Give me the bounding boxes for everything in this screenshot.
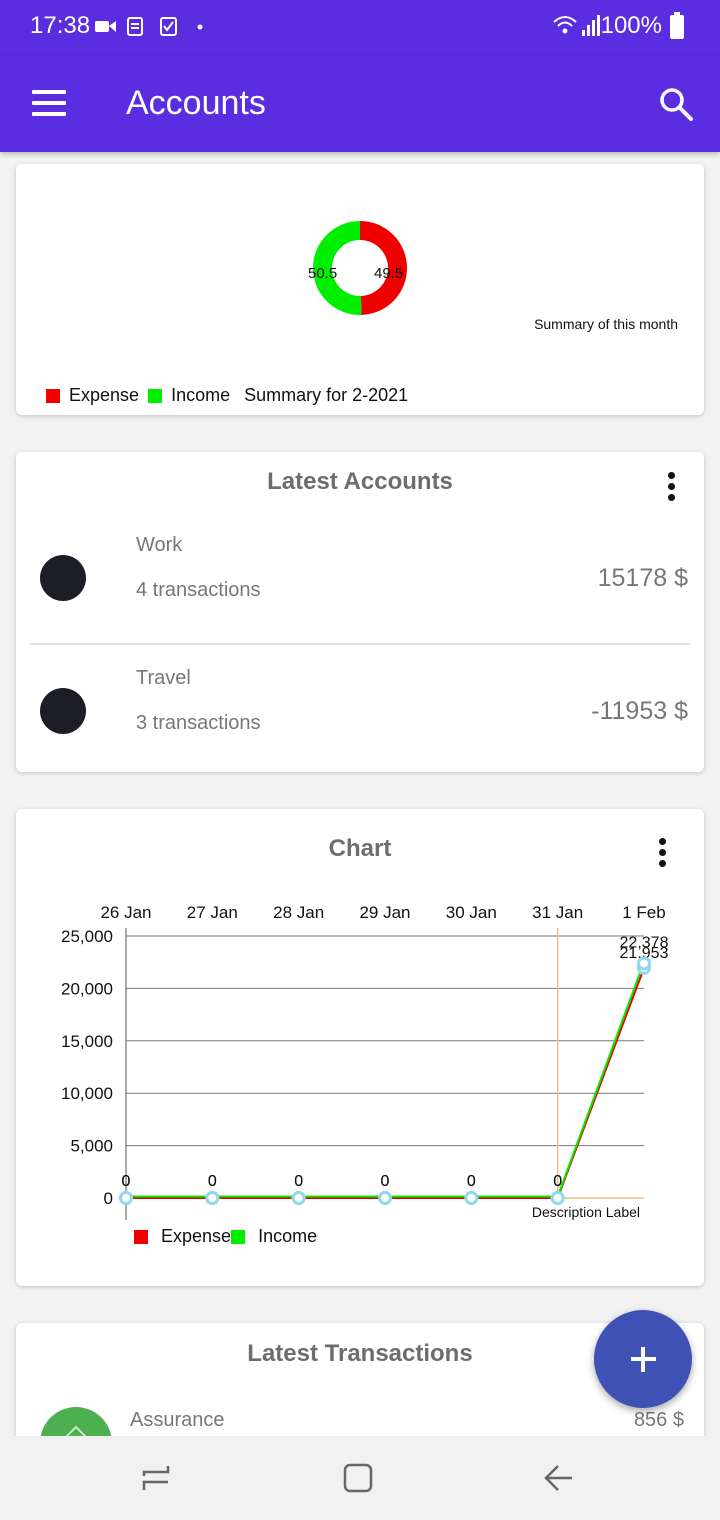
chart-card: Chart 0 5,000 10,000 15,000 20,000 25,000 26 J…: [16, 809, 704, 1286]
battery-icon: [670, 12, 684, 39]
chart-legend-expense: Expense: [134, 1226, 231, 1247]
add-fab-button[interactable]: [594, 1310, 692, 1408]
plus-icon-vertical: [641, 1347, 645, 1372]
donut-expense-label: 49.5: [374, 265, 404, 282]
legend-income: Income: [148, 385, 230, 406]
chart-legend-income-label: Income: [258, 1226, 318, 1246]
y-tick-label: 20,000: [61, 979, 113, 998]
chart-legend: Expense Income: [134, 1226, 317, 1247]
y-tick-label: 10,000: [61, 1084, 113, 1103]
x-tick-label: 1 Feb: [622, 903, 665, 922]
account-name: Work: [136, 534, 183, 556]
page-title: Accounts: [126, 84, 266, 122]
x-tick-label: 28 Jan: [273, 903, 324, 922]
chart-legend-expense-label: Expense: [161, 1226, 232, 1246]
summary-legend: Expense Income Summary for 2-2021: [46, 385, 417, 406]
hamburger-menu-icon[interactable]: [32, 90, 66, 116]
account-amount: -11953 $: [591, 697, 688, 725]
status-time: 17:38: [30, 12, 91, 39]
notification-icons: [95, 17, 203, 36]
account-row-travel[interactable]: Travel 3 transactions -11953 $: [16, 643, 704, 775]
latest-accounts-title: Latest Accounts: [267, 468, 453, 495]
y-tick-label: 0: [104, 1189, 113, 1208]
data-label-income: 0: [467, 1173, 476, 1190]
search-icon[interactable]: [658, 86, 694, 122]
data-point-income: [637, 956, 651, 971]
expense-swatch: [46, 388, 60, 403]
x-tick-label: 27 Jan: [187, 903, 238, 922]
data-label-income: 0: [553, 1173, 562, 1190]
status-bar: 17:38 100%: [0, 0, 720, 56]
system-nav-bar: [0, 1436, 720, 1520]
data-label-income: 0: [122, 1173, 131, 1190]
line-chart: 0 5,000 10,000 15,000 20,000 25,000 26 Jan 27 J…: [61, 903, 669, 1220]
y-tick-label: 15,000: [61, 1032, 113, 1051]
account-amount: 15178 $: [597, 564, 688, 592]
data-label-income: 0: [294, 1173, 303, 1190]
income-swatch: [231, 1229, 246, 1244]
data-point-income: [205, 1191, 220, 1205]
x-tick-label: 26 Jan: [100, 903, 151, 922]
app-bar: Accounts: [0, 56, 720, 152]
account-row-work[interactable]: Work 4 transactions 15178 $: [16, 510, 704, 642]
y-tick-label: 25,000: [61, 927, 113, 946]
data-label-income: 0: [208, 1173, 217, 1190]
chart-legend-income: Income: [231, 1226, 317, 1247]
wifi-signal-icon: [553, 15, 600, 36]
latest-accounts-card: Latest Accounts Work 4 transactions 1517…: [16, 452, 704, 772]
legend-expense: Expense: [46, 385, 139, 406]
home-icon[interactable]: [342, 1462, 374, 1494]
data-point-income: [291, 1191, 306, 1205]
summary-description: Summary of this month: [534, 316, 678, 332]
account-color-dot: [40, 688, 86, 734]
more-options-icon[interactable]: [666, 472, 676, 502]
summary-card: 50.5 49.5 Summary of this month Expense …: [16, 164, 704, 415]
chart-description-label: Description Label: [532, 1204, 640, 1220]
legend-expense-label: Expense: [69, 385, 140, 405]
legend-income-label: Income: [171, 385, 231, 405]
battery-percentage: 100%: [600, 12, 662, 39]
account-transactions: 3 transactions: [136, 712, 261, 734]
account-name: Travel: [136, 667, 191, 689]
data-point-income: [378, 1191, 392, 1205]
legend-period: Summary for 2-2021: [244, 385, 409, 405]
data-point-income: [119, 1191, 133, 1205]
data-label-income: 22,378: [620, 934, 669, 951]
data-label-income: 0: [381, 1173, 390, 1190]
donut-income-label: 50.5: [308, 265, 338, 282]
expense-swatch: [134, 1229, 148, 1244]
y-tick-label: 5,000: [70, 1137, 113, 1156]
series-line-income: [126, 961, 645, 1198]
summary-donut-chart: 50.5 49.5: [308, 220, 408, 316]
data-point-income: [550, 1191, 565, 1205]
income-swatch: [148, 388, 163, 403]
back-icon[interactable]: [542, 1462, 574, 1494]
x-tick-label: 30 Jan: [446, 903, 497, 922]
x-tick-label: 29 Jan: [359, 903, 410, 922]
series-line-expense: [126, 967, 645, 1199]
transaction-amount: 856 $: [633, 1409, 684, 1431]
recents-icon[interactable]: [140, 1462, 172, 1494]
data-point-income: [464, 1191, 479, 1205]
account-color-dot: [40, 555, 86, 601]
x-tick-label: 31 Jan: [532, 903, 583, 922]
account-transactions: 4 transactions: [136, 579, 261, 601]
transaction-name: Assurance: [130, 1409, 225, 1431]
